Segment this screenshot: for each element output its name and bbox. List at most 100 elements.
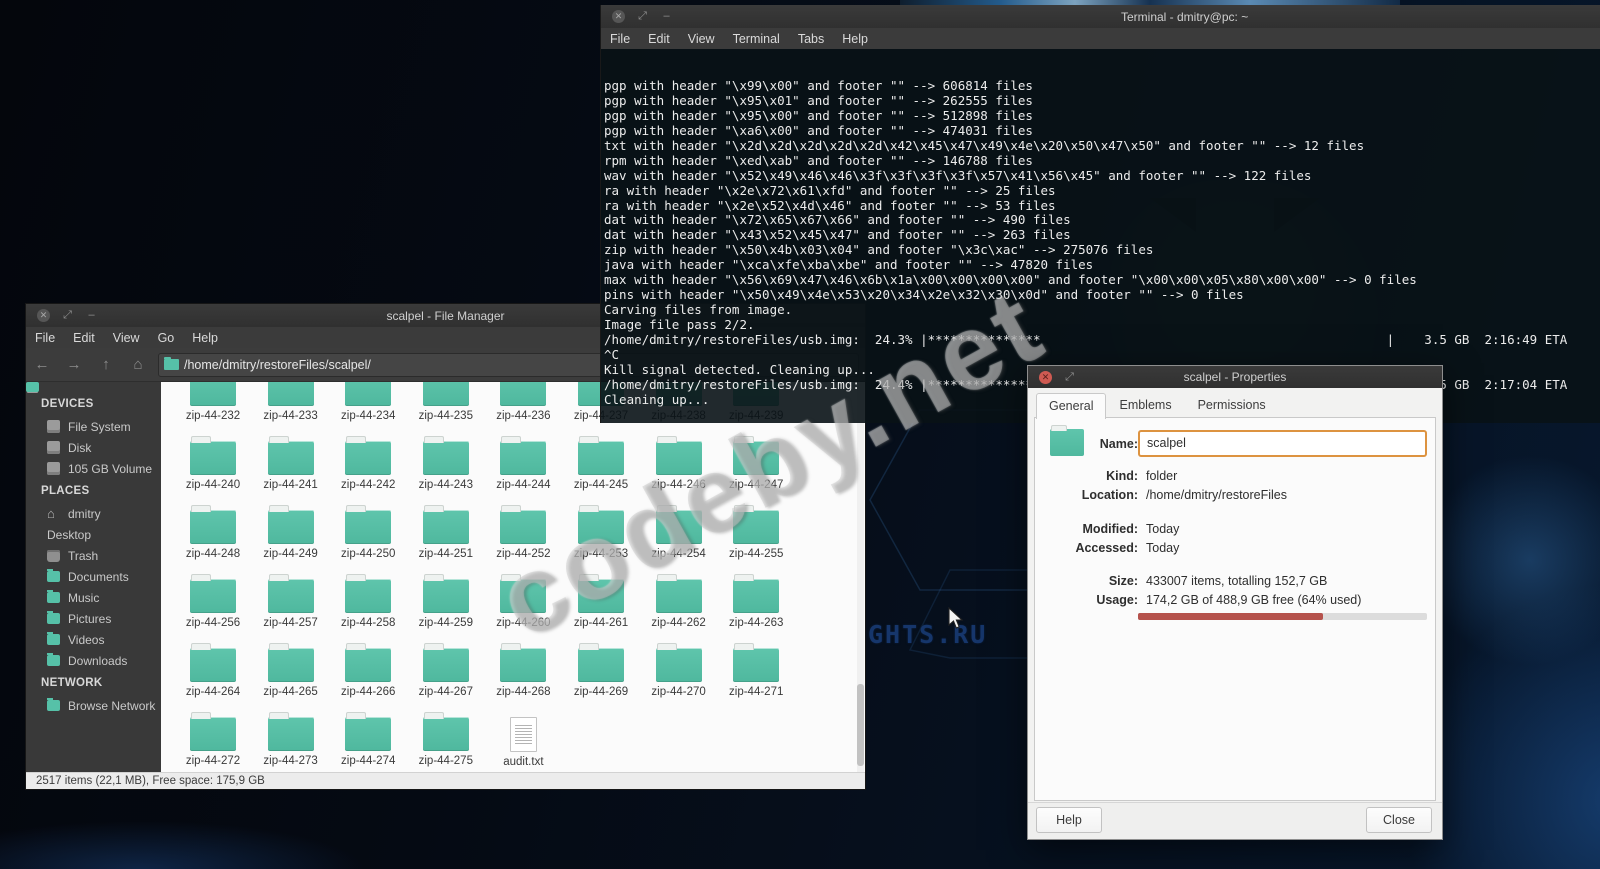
sidebar-item-music[interactable]: Music (26, 587, 161, 608)
tab-general[interactable]: General (1036, 393, 1107, 419)
help-button[interactable]: Help (1036, 807, 1102, 833)
sidebar-item-file-system[interactable]: File System (26, 416, 161, 437)
file-item-label: zip-44-262 (651, 617, 706, 629)
file-item[interactable]: zip-44-243 (407, 436, 485, 491)
file-item[interactable]: zip-44-267 (407, 643, 485, 698)
folder-icon (733, 643, 780, 682)
folder-icon (190, 574, 236, 613)
file-item[interactable]: zip-44-250 (329, 505, 407, 560)
folder-icon (47, 698, 60, 711)
sidebar-item-documents[interactable]: Documents (26, 566, 161, 587)
file-item[interactable]: zip-44-266 (329, 643, 407, 698)
file-item[interactable]: zip-44-264 (174, 643, 252, 698)
file-item[interactable]: zip-44-262 (640, 574, 718, 629)
sidebar-item-downloads[interactable]: Downloads (26, 650, 161, 671)
menu-item-edit[interactable]: Edit (639, 30, 679, 48)
file-item[interactable]: zip-44-273 (252, 712, 330, 767)
file-item-label: zip-44-251 (418, 548, 473, 560)
file-item-label: zip-44-232 (185, 410, 241, 422)
menu-item-help[interactable]: Help (833, 30, 877, 48)
sidebar-item-105-gb-volume[interactable]: 105 GB Volume (26, 458, 161, 479)
file-item[interactable]: zip-44-271 (717, 643, 795, 698)
folder-icon (190, 712, 236, 751)
file-item[interactable]: zip-44-275 (407, 712, 485, 767)
file-item[interactable]: zip-44-251 (407, 505, 485, 560)
file-item[interactable]: zip-44-244 (484, 436, 562, 491)
file-item[interactable]: zip-44-248 (174, 505, 252, 560)
terminal-line: ra with header "\x2e\x52\x4d\x46" and fo… (604, 197, 1056, 213)
back-icon[interactable]: ← (26, 356, 58, 373)
sidebar-item-browse-network[interactable]: Browse Network (26, 695, 161, 716)
terminal-line: pgp with header "\x99\x00" and footer ""… (604, 77, 1033, 93)
scrollbar-thumb[interactable] (857, 684, 864, 766)
properties-titlebar[interactable]: ✕ ⤢ scalpel - Properties (1028, 366, 1442, 388)
file-item[interactable]: zip-44-247 (717, 436, 795, 491)
restore-icon[interactable]: ⤢ (636, 10, 649, 23)
menu-item-file[interactable]: File (26, 329, 64, 347)
file-item[interactable]: zip-44-270 (640, 643, 718, 698)
file-item[interactable]: zip-44-235 (407, 382, 485, 422)
folder-icon (267, 574, 314, 613)
file-item[interactable]: zip-44-252 (484, 505, 562, 560)
file-item[interactable]: zip-44-265 (252, 643, 330, 698)
file-item[interactable]: zip-44-268 (484, 643, 562, 698)
minimize-icon[interactable]: – (660, 10, 673, 23)
text-file-icon (509, 717, 537, 752)
sidebar-item-label: Videos (68, 632, 105, 647)
file-item[interactable]: zip-44-253 (562, 505, 640, 560)
menu-item-edit[interactable]: Edit (64, 329, 104, 347)
file-item[interactable]: zip-44-254 (640, 505, 718, 560)
menu-item-terminal[interactable]: Terminal (724, 30, 789, 48)
sidebar-item-desktop[interactable]: Desktop (26, 382, 161, 545)
tab-permissions[interactable]: Permissions (1185, 392, 1279, 418)
home-icon[interactable]: ⌂ (122, 356, 154, 373)
terminal-titlebar[interactable]: ✕ ⤢ – Terminal - dmitry@pc: ~ (601, 5, 1600, 28)
file-item[interactable]: zip-44-233 (252, 382, 330, 422)
terminal-line: dat with header "\x43\x52\x45\x47" and f… (604, 227, 1071, 243)
file-item[interactable]: zip-44-272 (174, 712, 252, 767)
file-item[interactable]: zip-44-232 (174, 382, 252, 422)
menu-item-tabs[interactable]: Tabs (789, 30, 833, 48)
file-item[interactable]: zip-44-258 (329, 574, 407, 629)
sidebar-item-trash[interactable]: Trash (26, 545, 161, 566)
name-input[interactable]: scalpel (1138, 430, 1427, 457)
file-item[interactable]: zip-44-260 (484, 574, 562, 629)
forward-icon[interactable]: → (58, 356, 90, 373)
menu-item-view[interactable]: View (679, 30, 724, 48)
file-item[interactable]: zip-44-263 (717, 574, 795, 629)
file-item[interactable]: zip-44-255 (717, 505, 795, 560)
tab-emblems[interactable]: Emblems (1106, 392, 1184, 418)
file-item[interactable]: zip-44-269 (562, 643, 640, 698)
sidebar-item-videos[interactable]: Videos (26, 629, 161, 650)
up-icon[interactable]: ↑ (90, 356, 122, 373)
file-item[interactable]: audit.txt (484, 717, 562, 768)
sidebar-item-disk[interactable]: Disk (26, 437, 161, 458)
terminal-line: zip with header "\x50\x4b\x03\x04" and f… (604, 242, 1154, 258)
sidebar-item-pictures[interactable]: Pictures (26, 608, 161, 629)
file-item[interactable]: zip-44-245 (562, 436, 640, 491)
file-item[interactable]: zip-44-256 (174, 574, 252, 629)
file-item-label: zip-44-233 (263, 410, 318, 422)
close-icon[interactable]: ✕ (612, 10, 625, 23)
file-item[interactable]: zip-44-240 (174, 436, 252, 491)
file-item[interactable]: zip-44-259 (407, 574, 485, 629)
menu-item-help[interactable]: Help (183, 329, 227, 347)
close-button[interactable]: Close (1366, 807, 1432, 833)
sidebar-item-dmitry[interactable]: ⌂ dmitry (26, 503, 161, 524)
file-item[interactable]: zip-44-261 (562, 574, 640, 629)
menu-item-view[interactable]: View (104, 329, 149, 347)
file-item[interactable]: zip-44-236 (484, 382, 562, 422)
menu-item-go[interactable]: Go (149, 329, 184, 347)
file-item[interactable]: zip-44-234 (329, 382, 407, 422)
menu-item-file[interactable]: File (601, 30, 639, 48)
file-item[interactable]: zip-44-246 (640, 436, 718, 491)
folder-icon (267, 505, 314, 544)
folder-icon (345, 382, 392, 406)
file-item[interactable]: zip-44-249 (252, 505, 330, 560)
scrollbar-track[interactable] (857, 382, 864, 772)
file-item[interactable]: zip-44-241 (252, 436, 330, 491)
file-item[interactable]: zip-44-274 (329, 712, 407, 767)
file-item[interactable]: zip-44-257 (252, 574, 330, 629)
file-item-label: zip-44-250 (341, 548, 396, 560)
file-item[interactable]: zip-44-242 (329, 436, 407, 491)
